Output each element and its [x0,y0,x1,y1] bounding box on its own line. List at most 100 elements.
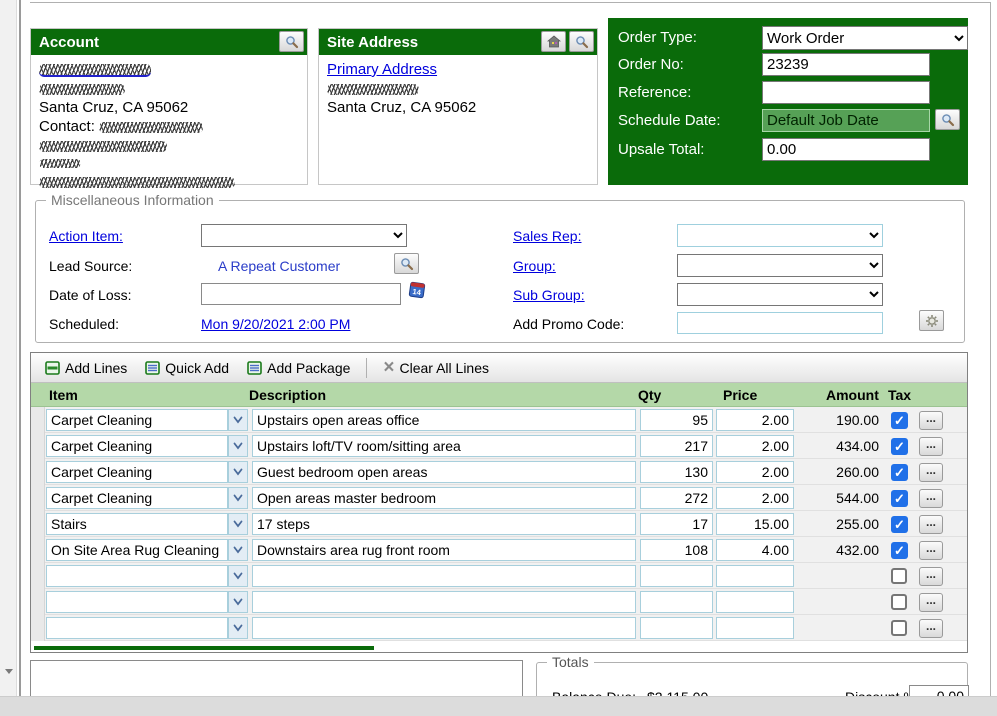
line-options-button[interactable]: ... [919,437,943,456]
action-item-select[interactable] [201,224,407,247]
line-options-button[interactable]: ... [919,463,943,482]
tax-checkbox[interactable] [891,438,908,455]
description-input[interactable] [252,565,636,587]
account-name-link-redacted[interactable] [39,64,151,77]
qty-input[interactable] [640,539,713,561]
left-scrollbar[interactable] [0,0,17,696]
price-input[interactable] [716,565,794,587]
tax-checkbox[interactable] [891,490,908,507]
sales-rep-select[interactable] [677,224,883,247]
sub-group-link[interactable]: Sub Group: [513,287,585,303]
order-type-select[interactable]: Work Order [762,26,968,50]
qty-input[interactable] [640,409,713,431]
schedule-date-input[interactable] [762,109,930,132]
row-selector[interactable] [31,537,45,563]
price-input[interactable] [716,539,794,561]
site-search-button[interactable] [569,31,594,52]
price-input[interactable] [716,409,794,431]
description-input[interactable] [252,591,636,613]
item-dropdown-button[interactable] [228,539,248,561]
qty-input[interactable] [640,435,713,457]
date-of-loss-input[interactable] [201,283,401,305]
lead-source-value[interactable]: A Repeat Customer [218,258,340,274]
promo-code-input[interactable] [677,312,883,334]
item-input[interactable] [46,565,228,587]
description-input[interactable] [252,617,636,639]
tax-checkbox[interactable] [891,542,908,559]
row-selector[interactable] [31,563,45,589]
item-input[interactable] [46,513,228,535]
sub-group-select[interactable] [677,283,883,306]
item-input[interactable] [46,435,228,457]
price-input[interactable] [716,513,794,535]
account-search-button[interactable] [279,31,304,52]
add-package-button[interactable]: Add Package [241,357,356,379]
qty-input[interactable] [640,591,713,613]
qty-input[interactable] [640,513,713,535]
qty-input[interactable] [640,461,713,483]
description-input[interactable] [252,461,636,483]
row-selector[interactable] [31,615,45,641]
row-selector[interactable] [31,459,45,485]
item-dropdown-button[interactable] [228,617,248,639]
clear-all-lines-button[interactable]: × Clear All Lines [377,357,495,379]
promo-code-gear-button[interactable] [919,310,944,331]
tax-checkbox[interactable] [891,594,907,610]
tax-checkbox[interactable] [891,464,908,481]
line-options-button[interactable]: ... [919,567,943,586]
qty-input[interactable] [640,617,713,639]
row-selector[interactable] [31,485,45,511]
line-options-button[interactable]: ... [919,593,943,612]
group-select[interactable] [677,254,883,277]
line-options-button[interactable]: ... [919,411,943,430]
description-input[interactable] [252,409,636,431]
item-input[interactable] [46,487,228,509]
row-selector[interactable] [31,589,45,615]
line-options-button[interactable]: ... [919,619,943,638]
qty-input[interactable] [640,487,713,509]
price-input[interactable] [716,617,794,639]
line-options-button[interactable]: ... [919,541,943,560]
item-input[interactable] [46,539,228,561]
description-input[interactable] [252,539,636,561]
calendar-icon[interactable]: 14 [408,281,427,299]
item-input[interactable] [46,461,228,483]
price-input[interactable] [716,435,794,457]
price-input[interactable] [716,591,794,613]
add-lines-button[interactable]: Add Lines [39,357,133,379]
price-input[interactable] [716,487,794,509]
sales-rep-link[interactable]: Sales Rep: [513,228,581,244]
primary-address-link[interactable]: Primary Address [327,61,437,78]
qty-input[interactable] [640,565,713,587]
item-input[interactable] [46,409,228,431]
lead-source-search-button[interactable] [394,253,419,274]
item-dropdown-button[interactable] [228,461,248,483]
item-dropdown-button[interactable] [228,487,248,509]
row-selector[interactable] [31,511,45,537]
quick-add-button[interactable]: Quick Add [139,357,235,379]
schedule-date-search-button[interactable] [935,109,960,130]
row-selector[interactable] [31,407,45,433]
tax-checkbox[interactable] [891,412,908,429]
action-item-link[interactable]: Action Item: [49,228,123,244]
reference-input[interactable] [762,81,930,104]
tax-checkbox[interactable] [891,516,908,533]
item-dropdown-button[interactable] [228,591,248,613]
item-input[interactable] [46,617,228,639]
row-selector[interactable] [31,433,45,459]
group-link[interactable]: Group: [513,258,556,274]
price-input[interactable] [716,461,794,483]
line-options-button[interactable]: ... [919,489,943,508]
scheduled-value-link[interactable]: Mon 9/20/2021 2:00 PM [201,316,350,332]
item-dropdown-button[interactable] [228,513,248,535]
item-dropdown-button[interactable] [228,565,248,587]
scroll-down-icon[interactable] [5,669,13,674]
description-input[interactable] [252,435,636,457]
order-no-input[interactable] [762,53,930,76]
description-input[interactable] [252,487,636,509]
item-dropdown-button[interactable] [228,435,248,457]
item-dropdown-button[interactable] [228,409,248,431]
line-options-button[interactable]: ... [919,515,943,534]
site-home-button[interactable] [541,31,566,52]
description-input[interactable] [252,513,636,535]
